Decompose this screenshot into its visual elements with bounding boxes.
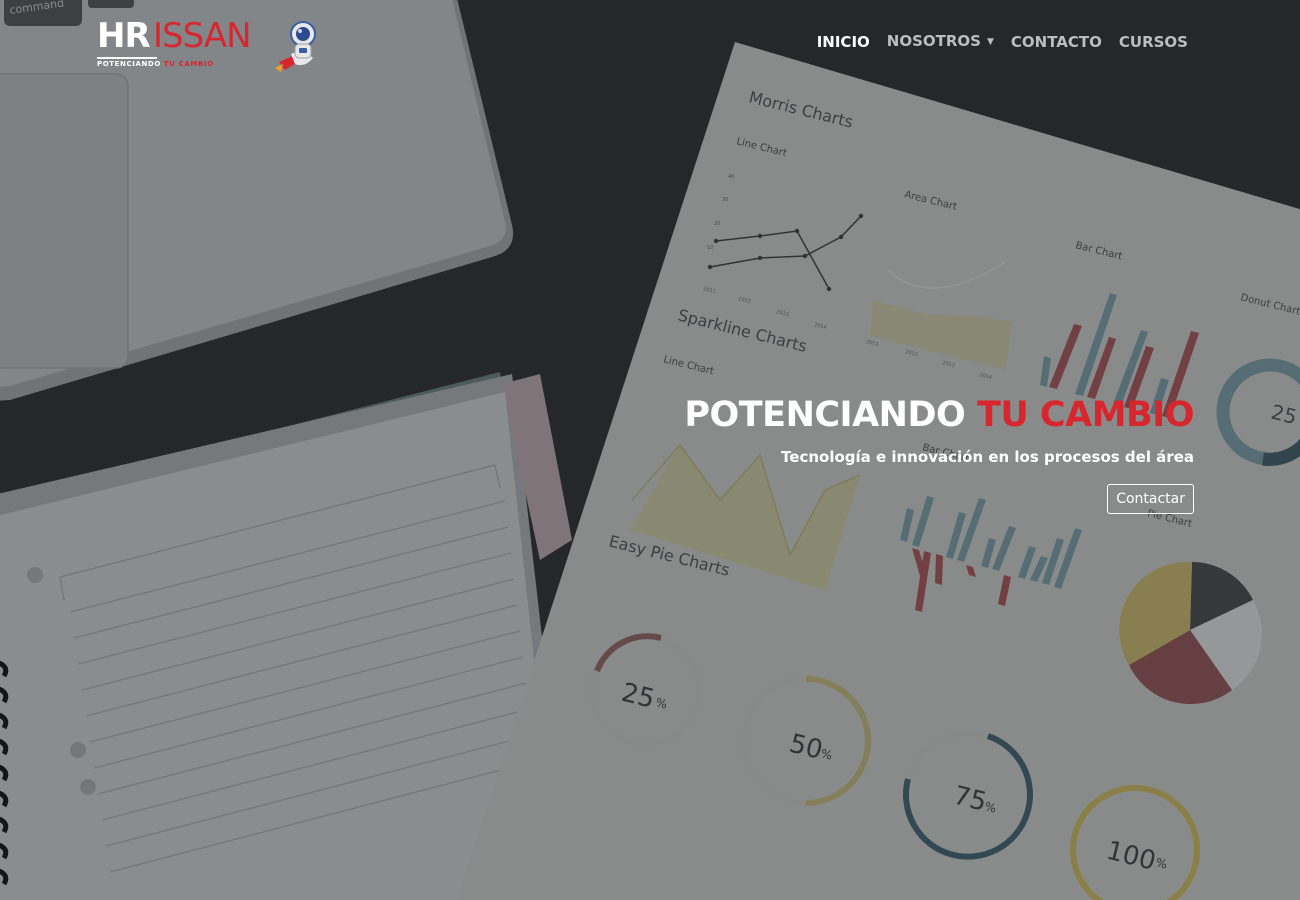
brand-name-issan: ISSAN xyxy=(153,16,252,56)
nav-nosotros[interactable]: NOSOTROS ▼ xyxy=(887,30,994,53)
brand-name-hr: HR xyxy=(97,16,151,56)
contact-button[interactable]: Contactar xyxy=(1107,484,1194,514)
nav-contacto[interactable]: CONTACTO xyxy=(1011,31,1102,53)
brand-logo[interactable]: HR ISSAN POTENCIANDO TU CAMBIO xyxy=(97,16,327,74)
brand-underline xyxy=(97,57,157,59)
caret-down-icon: ▼ xyxy=(986,37,994,47)
nav-nosotros-label: NOSOTROS xyxy=(886,32,981,50)
main-menu: INICIO NOSOTROS ▼ CONTACTO CURSOS xyxy=(817,30,1188,53)
hero-title: POTENCIANDO TU CAMBIO xyxy=(684,392,1194,438)
nav-inicio[interactable]: INICIO xyxy=(817,31,870,53)
hero-section: command Morris Charts Line Chart Area Ch… xyxy=(0,0,1300,900)
hero-title-white: POTENCIANDO xyxy=(684,395,966,435)
brand-tagline-red: TU CAMBIO xyxy=(163,60,214,68)
hero-content: POTENCIANDO TU CAMBIO Tecnología e innov… xyxy=(684,392,1195,514)
hero-title-red: TU CAMBIO xyxy=(976,395,1195,435)
top-navbar: HR ISSAN POTENCIANDO TU CAMBIO INICIO NO… xyxy=(0,0,1300,85)
astronaut-rocket-icon xyxy=(275,21,316,72)
brand-tagline-white: POTENCIANDO xyxy=(97,60,161,68)
nav-cursos[interactable]: CURSOS xyxy=(1119,31,1188,53)
brand-tagline: POTENCIANDO TU CAMBIO xyxy=(97,60,214,68)
hero-subtitle: Tecnología e innovación en los procesos … xyxy=(781,448,1194,466)
